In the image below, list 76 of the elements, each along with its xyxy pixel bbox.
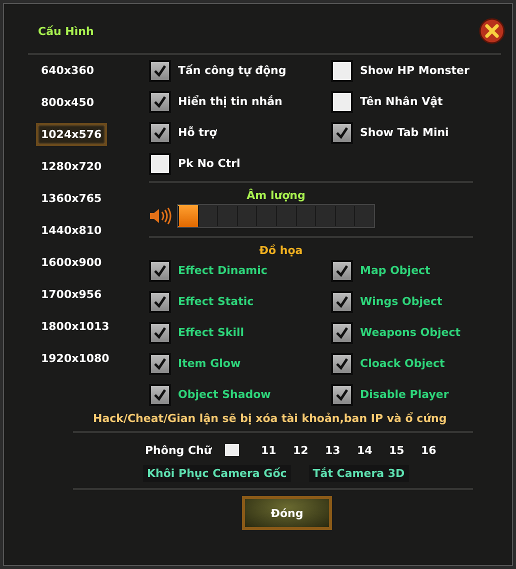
check-icon [335, 326, 349, 340]
speaker-icon [149, 207, 173, 225]
checkbox[interactable] [331, 384, 353, 406]
option-label: Hỗ trợ [178, 126, 217, 139]
resolution-option[interactable]: 1024x576 [36, 123, 107, 146]
check-icon [335, 294, 349, 308]
check-icon [153, 356, 167, 370]
check-icon [153, 326, 167, 340]
option-label: Effect Dinamic [178, 264, 268, 277]
resolution-option[interactable]: 1800x1013 [36, 315, 114, 338]
camera-button[interactable]: Khôi Phục Camera Gốc [143, 465, 291, 482]
font-size-option[interactable]: 13 [325, 444, 357, 456]
checkbox[interactable] [331, 122, 353, 144]
checkbox[interactable] [331, 322, 353, 344]
check-icon [153, 64, 167, 78]
check-icon [153, 126, 167, 140]
option-label: Effect Static [178, 295, 254, 308]
warning-text: Hack/Cheat/Gian lận sẽ bị xóa tài khoản,ban IP và ổ cứng [93, 412, 448, 425]
check-icon [153, 388, 167, 402]
font-size-option[interactable]: 15 [389, 444, 421, 456]
font-label: Phông Chữ [145, 444, 213, 456]
checkbox[interactable] [149, 384, 171, 406]
checkbox[interactable] [149, 322, 171, 344]
resolution-option[interactable]: 1600x900 [36, 251, 107, 274]
checkbox[interactable] [149, 122, 171, 144]
option-label: Pk No Ctrl [178, 157, 240, 170]
font-size-option[interactable]: 16 [421, 444, 453, 456]
option-label: Tấn công tự động [178, 64, 286, 77]
checkbox[interactable] [149, 260, 171, 282]
checkbox[interactable] [331, 60, 353, 82]
option-label: Item Glow [178, 357, 241, 370]
slider-thumb[interactable] [225, 444, 239, 456]
option-label: Effect Skill [178, 326, 244, 339]
checkbox[interactable] [149, 152, 171, 174]
resolution-option[interactable]: 1920x1080 [36, 347, 114, 370]
check-icon [335, 264, 349, 278]
check-icon [153, 264, 167, 278]
window-title: Cấu Hình [38, 24, 94, 38]
option-label: Map Object [360, 264, 430, 277]
resolution-option[interactable]: 1360x765 [36, 187, 107, 210]
option-label: Tên Nhân Vật [360, 95, 443, 108]
font-size-option[interactable]: 12 [293, 444, 325, 456]
checkbox[interactable] [331, 290, 353, 312]
volume-slider[interactable] [177, 204, 375, 228]
option-label: Object Shadow [178, 388, 271, 401]
font-size-option[interactable]: 14 [357, 444, 389, 456]
option-label: Show Tab Mini [360, 126, 449, 139]
checkbox[interactable] [149, 60, 171, 82]
resolution-option[interactable]: 640x360 [36, 59, 100, 82]
checkbox[interactable] [331, 260, 353, 282]
checkbox[interactable] [149, 290, 171, 312]
section-title: Đồ họa [258, 244, 304, 257]
resolution-option[interactable]: 1440x810 [36, 219, 107, 242]
checkbox[interactable] [149, 352, 171, 374]
option-label: Disable Player [360, 388, 449, 401]
check-icon [335, 388, 349, 402]
section-title: Âm lượng [246, 189, 306, 202]
checkbox[interactable] [149, 90, 171, 112]
check-icon [335, 356, 349, 370]
checkbox[interactable] [331, 90, 353, 112]
close-button[interactable]: Đóng [242, 496, 332, 530]
resolution-option[interactable]: 800x450 [36, 91, 100, 114]
font-size-option[interactable]: 11 [261, 444, 293, 456]
check-icon [153, 94, 167, 108]
resolution-option[interactable]: 1280x720 [36, 155, 107, 178]
option-label: Cloack Object [360, 357, 445, 370]
resolution-option[interactable]: 1700x956 [36, 283, 107, 306]
option-label: Wings Object [360, 295, 442, 308]
check-icon [335, 126, 349, 140]
option-label: Hiển thị tin nhắn [178, 95, 282, 108]
option-label: Weapons Object [360, 326, 460, 339]
check-icon [153, 294, 167, 308]
camera-button[interactable]: Tắt Camera 3D [308, 465, 409, 482]
option-label: Show HP Monster [360, 64, 470, 77]
close-icon[interactable] [479, 18, 505, 44]
checkbox[interactable] [331, 352, 353, 374]
